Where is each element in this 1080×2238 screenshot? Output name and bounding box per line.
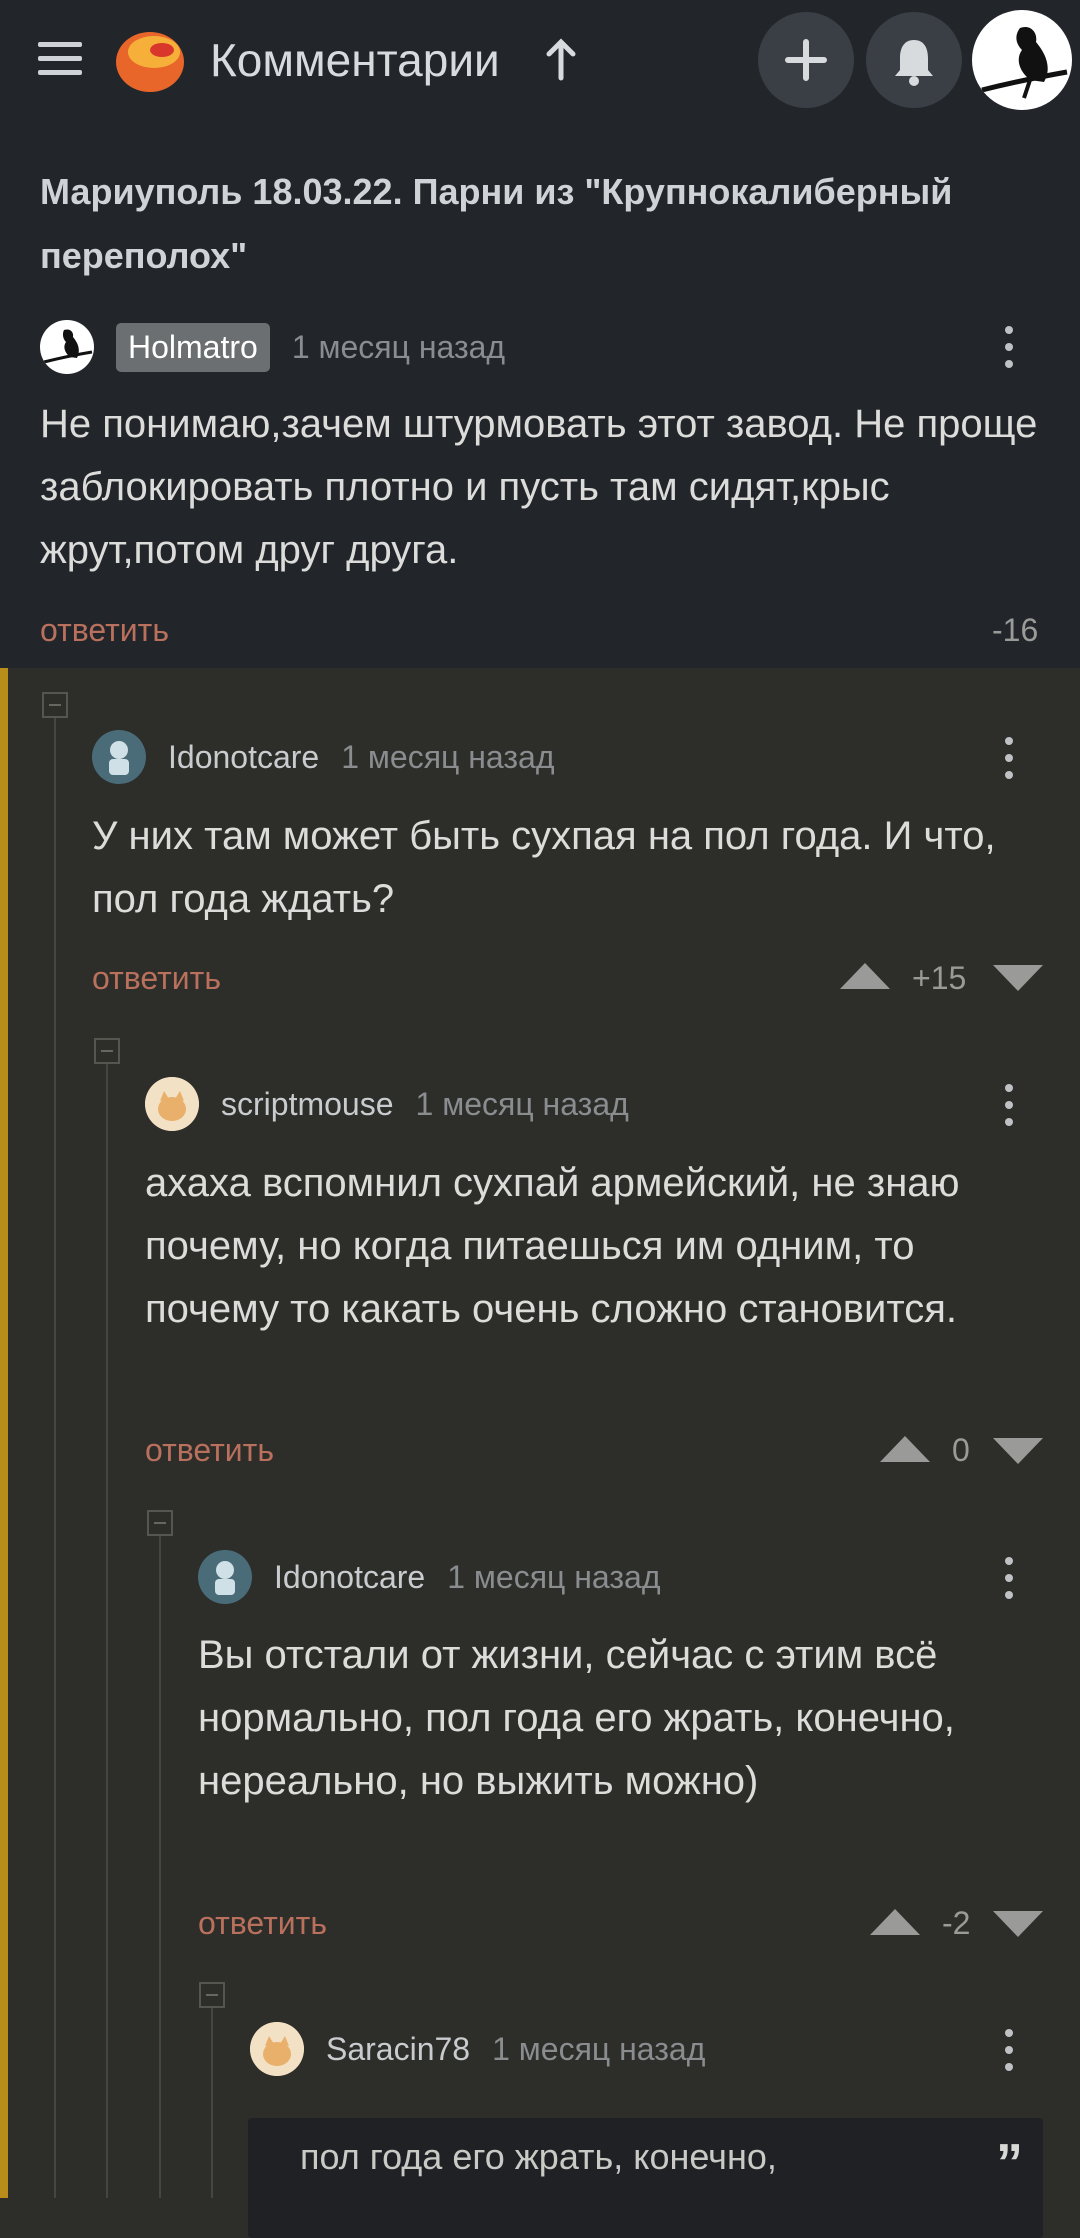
comment-text: Вы отстали от жизни, сейчас с этим всё н… [198, 1633, 955, 1803]
collapse-thread-button[interactable] [94, 1038, 120, 1064]
username[interactable]: Holmatro [116, 322, 270, 372]
robot-avatar-icon [92, 730, 146, 784]
reply-link[interactable]: ответить [198, 1905, 327, 1942]
comment-time: 1 месяц назад [291, 328, 506, 365]
bell-icon [895, 40, 933, 86]
downvote-icon[interactable] [993, 1438, 1043, 1464]
avatar[interactable] [92, 730, 146, 784]
downvote-icon[interactable] [993, 1911, 1043, 1937]
comment-header: scriptmouse 1 месяц назад [145, 1077, 629, 1131]
reply-link[interactable]: ответить [92, 960, 221, 997]
thread-line [54, 718, 56, 2198]
username[interactable]: Idonotcare [274, 1559, 425, 1596]
comment-header: Idonotcare 1 месяц назад [198, 1550, 661, 1604]
comment-text: Не понимаю,зачем штурмовать этот завод. … [40, 402, 1038, 572]
sort-up-icon[interactable] [543, 38, 579, 82]
thread-highlight-stripe [0, 668, 8, 2198]
comment-text: У них там может быть сухпая на пол года.… [92, 814, 996, 921]
downvote-icon[interactable] [993, 965, 1043, 991]
bird-icon [43, 329, 93, 364]
quote-text: пол года его жрать, конечно, [300, 2136, 777, 2177]
menu-icon[interactable] [38, 42, 82, 76]
more-options-icon[interactable] [1005, 737, 1015, 781]
comment-header: Idonotcare 1 месяц назад [92, 730, 555, 784]
upvote-icon[interactable] [870, 1909, 920, 1935]
thread-line [159, 1536, 161, 2198]
collapse-thread-button[interactable] [147, 1510, 173, 1536]
thread-line [211, 2008, 213, 2198]
comment-header: Holmatro 1 месяц назад [40, 320, 505, 374]
avatar[interactable] [250, 2022, 304, 2076]
comment-time: 1 месяц назад [415, 1085, 629, 1122]
comment-text: ахаха вспомнил сухпай армейский, не знаю… [145, 1161, 960, 1331]
comment-time: 1 месяц назад [447, 1558, 661, 1595]
avatar[interactable] [40, 320, 94, 374]
more-options-icon[interactable] [1005, 1084, 1015, 1128]
username[interactable]: Saracin78 [326, 2031, 470, 2068]
robot-avatar-icon [198, 1550, 252, 1604]
quote-block: ” пол года его жрать, конечно, [248, 2118, 1043, 2238]
username[interactable]: Idonotcare [168, 739, 319, 776]
comment-score: 0 [952, 1432, 970, 1468]
notifications-button[interactable] [866, 12, 962, 108]
collapse-thread-button[interactable] [199, 1982, 225, 2008]
avatar[interactable] [198, 1550, 252, 1604]
post-title[interactable]: Мариуполь 18.03.22. Парни из "Крупнокали… [40, 160, 1030, 288]
page-title: Комментарии [210, 34, 500, 86]
avatar[interactable] [145, 1077, 199, 1131]
cat-avatar-icon [145, 1077, 199, 1131]
upvote-icon[interactable] [840, 963, 890, 989]
upvote-icon[interactable] [880, 1436, 930, 1462]
more-options-icon[interactable] [1005, 326, 1015, 370]
collapse-thread-button[interactable] [42, 692, 68, 718]
comment-score: -16 [992, 612, 1039, 648]
top-bar: Комментарии [0, 0, 1080, 120]
more-options-icon[interactable] [1005, 1557, 1015, 1601]
add-post-button[interactable] [758, 12, 854, 108]
more-options-icon[interactable] [1005, 2029, 1015, 2073]
cat-avatar-icon [250, 2022, 304, 2076]
comment-score: +15 [912, 960, 967, 996]
comment-time: 1 месяц назад [492, 2030, 706, 2067]
reply-link[interactable]: ответить [145, 1432, 274, 1469]
comment-time: 1 месяц назад [341, 738, 555, 775]
reply-link[interactable]: ответить [40, 612, 169, 649]
username[interactable]: scriptmouse [221, 1086, 394, 1123]
bird-icon [981, 26, 1068, 99]
comment-header: Saracin78 1 месяц назад [250, 2022, 705, 2076]
comment-score: -2 [942, 1905, 971, 1941]
profile-avatar[interactable] [972, 10, 1072, 110]
pikabu-logo[interactable] [110, 22, 190, 94]
quote-icon: ” [996, 2133, 1023, 2193]
plus-icon [785, 39, 827, 81]
thread-line [106, 1064, 108, 2198]
